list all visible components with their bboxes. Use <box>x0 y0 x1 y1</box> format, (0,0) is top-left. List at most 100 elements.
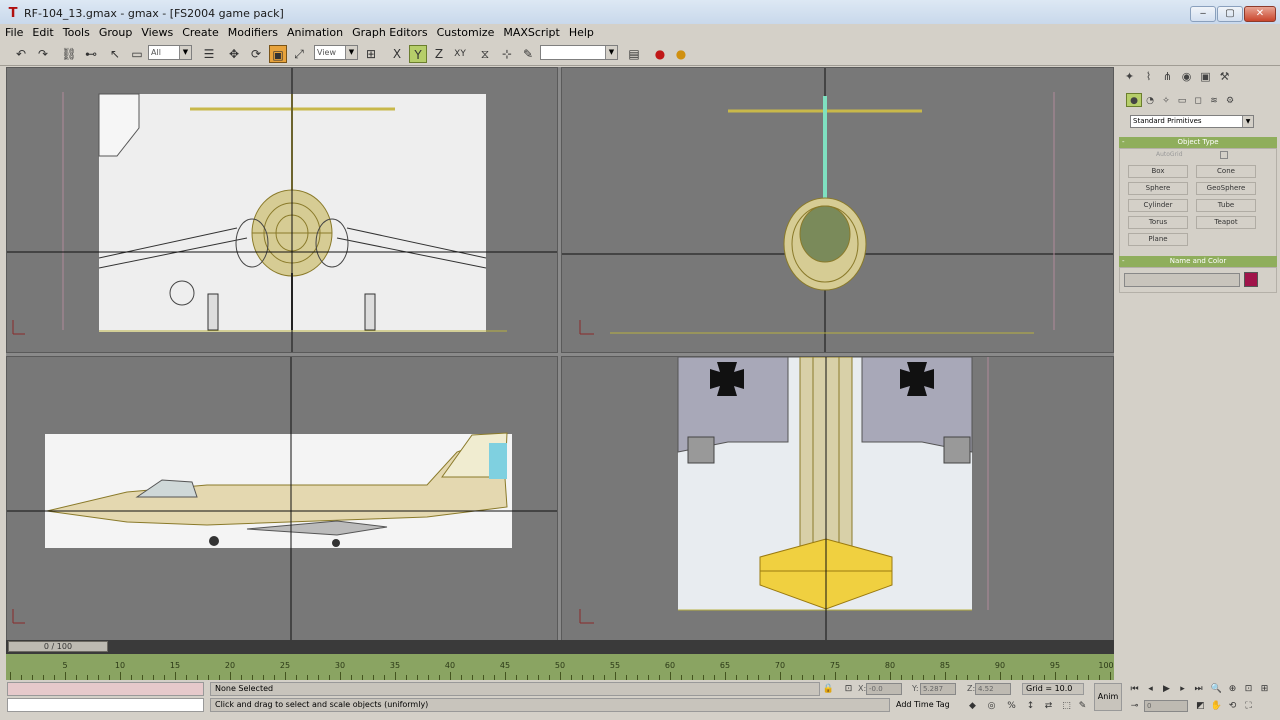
snap-icon[interactable]: ✎ <box>519 45 537 63</box>
helpers-icon[interactable]: ◻ <box>1190 94 1206 108</box>
viewport-front[interactable] <box>6 67 558 353</box>
window-crossing-icon[interactable]: ⬚ <box>1060 700 1073 712</box>
select-and-move-icon[interactable]: ✥ <box>225 45 243 63</box>
go-to-start-icon[interactable]: ⏮ <box>1128 683 1141 695</box>
named-selection-dropdown[interactable]: ▼ <box>540 45 618 60</box>
spinner-snap-icon[interactable]: ↕ <box>1024 700 1037 712</box>
add-time-tag[interactable]: Add Time Tag <box>896 700 950 709</box>
hierarchy-tab-icon[interactable]: ⋔ <box>1158 69 1177 85</box>
go-to-end-icon[interactable]: ⏭ <box>1192 683 1205 695</box>
motion-tab-icon[interactable]: ◉ <box>1177 69 1196 85</box>
undo-icon[interactable]: ↶ <box>12 45 30 63</box>
menu-customize[interactable]: Customize <box>432 24 499 41</box>
modify-tab-icon[interactable]: ⌇ <box>1139 69 1158 85</box>
torus-button[interactable]: Torus <box>1128 216 1188 229</box>
snap-toggle-icon[interactable]: ◆ <box>966 700 979 712</box>
absolute-mode-icon[interactable]: ⊡ <box>842 683 855 695</box>
time-slider[interactable]: 0 / 100 <box>8 641 108 652</box>
cylinder-button[interactable]: Cylinder <box>1128 199 1188 212</box>
menu-edit[interactable]: Edit <box>27 24 57 41</box>
lights-icon[interactable]: ✧ <box>1158 94 1174 108</box>
select-and-link-icon[interactable]: ⛓ <box>60 45 78 63</box>
x-coordinate-field[interactable]: -0.0 <box>866 683 902 695</box>
zoom-all-icon[interactable]: ⊕ <box>1226 683 1239 695</box>
object-color-swatch[interactable] <box>1244 272 1258 287</box>
space-warps-icon[interactable]: ≋ <box>1206 94 1222 108</box>
menu-file[interactable]: File <box>0 24 27 41</box>
restrict-xy-icon[interactable]: XY <box>451 45 469 63</box>
object-type-rollout-header[interactable]: - Object Type <box>1119 137 1277 148</box>
select-by-name-icon[interactable]: ☰ <box>200 45 218 63</box>
key-mode-icon[interactable]: ⊸ <box>1128 700 1141 712</box>
primitive-category-dropdown[interactable]: Standard Primitives ▼ <box>1130 115 1254 128</box>
viewport-left[interactable] <box>6 356 558 642</box>
pan-icon[interactable]: ✋ <box>1210 700 1223 712</box>
scale-flyout-icon[interactable]: ⤢ <box>290 45 308 63</box>
display-tab-icon[interactable]: ▣ <box>1196 69 1215 85</box>
zoom-icon[interactable]: 🔍 <box>1210 683 1223 695</box>
viewport-top[interactable] <box>561 67 1114 353</box>
min-max-toggle-icon[interactable]: ⛶ <box>1242 700 1255 712</box>
maxscript-input-mini[interactable] <box>7 698 204 712</box>
plane-button[interactable]: Plane <box>1128 233 1188 246</box>
time-slider-track[interactable] <box>6 640 1114 654</box>
previous-frame-icon[interactable]: ◂ <box>1144 683 1157 695</box>
menu-animation[interactable]: Animation <box>282 24 347 41</box>
sphere-button[interactable]: Sphere <box>1128 182 1188 195</box>
select-object-icon[interactable]: ↖ <box>106 45 124 63</box>
redo-icon[interactable]: ↷ <box>34 45 52 63</box>
menu-views[interactable]: Views <box>136 24 177 41</box>
cone-button[interactable]: Cone <box>1196 165 1256 178</box>
selection-filter-dropdown[interactable]: All ▼ <box>148 45 192 60</box>
viewport-perspective[interactable] <box>561 356 1114 642</box>
y-coordinate-field[interactable]: 5.287 <box>920 683 956 695</box>
shapes-icon[interactable]: ◔ <box>1142 94 1158 108</box>
reference-coord-dropdown[interactable]: View ▼ <box>314 45 358 60</box>
restrict-y-icon[interactable]: Y <box>409 45 427 63</box>
autogrid-checkbox[interactable] <box>1220 151 1228 159</box>
percent-snap-icon[interactable]: % <box>1005 700 1018 712</box>
box-button[interactable]: Box <box>1128 165 1188 178</box>
create-tab-icon[interactable]: ✦ <box>1120 69 1139 85</box>
animate-button[interactable]: Anim <box>1094 683 1122 711</box>
menu-graph-editors[interactable]: Graph Editors <box>347 24 432 41</box>
next-frame-icon[interactable]: ▸ <box>1176 683 1189 695</box>
pivot-center-icon[interactable]: ⊞ <box>362 45 380 63</box>
menu-create[interactable]: Create <box>177 24 223 41</box>
menu-group[interactable]: Group <box>94 24 137 41</box>
play-icon[interactable]: ▶ <box>1160 683 1173 695</box>
tube-button[interactable]: Tube <box>1196 199 1256 212</box>
maximize-button[interactable]: ▢ <box>1217 6 1243 22</box>
align-icon[interactable]: ⊹ <box>498 45 516 63</box>
unlink-icon[interactable]: ⊷ <box>82 45 100 63</box>
lock-selection-icon[interactable]: 🔒 <box>822 683 835 695</box>
select-and-rotate-icon[interactable]: ⟳ <box>247 45 265 63</box>
render-icon[interactable]: ● <box>672 45 690 63</box>
selection-region-icon[interactable]: ▭ <box>128 45 146 63</box>
mirror-icon[interactable]: ⧖ <box>476 45 494 63</box>
degradation-override-icon[interactable]: ⇄ <box>1042 700 1055 712</box>
geometry-icon[interactable]: ● <box>1126 93 1142 107</box>
close-button[interactable]: ✕ <box>1244 6 1276 22</box>
restrict-z-icon[interactable]: Z <box>430 45 448 63</box>
current-frame-field[interactable]: 0 <box>1144 700 1188 712</box>
z-coordinate-field[interactable]: 4.52 <box>975 683 1011 695</box>
object-name-field[interactable] <box>1124 273 1240 287</box>
layer-manager-icon[interactable]: ▤ <box>625 45 643 63</box>
menu-maxscript[interactable]: MAXScript <box>498 24 563 41</box>
zoom-extents-icon[interactable]: ⊡ <box>1242 683 1255 695</box>
teapot-button[interactable]: Teapot <box>1196 216 1256 229</box>
restrict-x-icon[interactable]: X <box>388 45 406 63</box>
zoom-extents-all-icon[interactable]: ⊞ <box>1258 683 1271 695</box>
name-and-color-rollout-header[interactable]: - Name and Color <box>1119 256 1277 267</box>
menu-help[interactable]: Help <box>564 24 598 41</box>
maxscript-listener-mini[interactable] <box>7 682 204 696</box>
utilities-tab-icon[interactable]: ⚒ <box>1215 69 1234 85</box>
geosphere-button[interactable]: GeoSphere <box>1196 182 1256 195</box>
field-of-view-icon[interactable]: ◩ <box>1194 700 1207 712</box>
gmax-app-icon[interactable]: T <box>6 7 20 21</box>
arc-rotate-icon[interactable]: ⟲ <box>1226 700 1239 712</box>
menu-tools[interactable]: Tools <box>58 24 94 41</box>
material-editor-icon[interactable]: ● <box>651 45 669 63</box>
minimize-button[interactable]: ‒ <box>1190 6 1216 22</box>
